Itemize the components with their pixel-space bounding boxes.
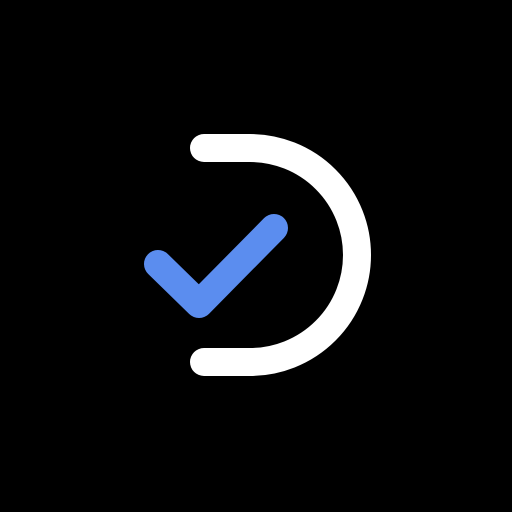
check-d-logo-icon [0,0,512,512]
app-icon [0,0,512,512]
